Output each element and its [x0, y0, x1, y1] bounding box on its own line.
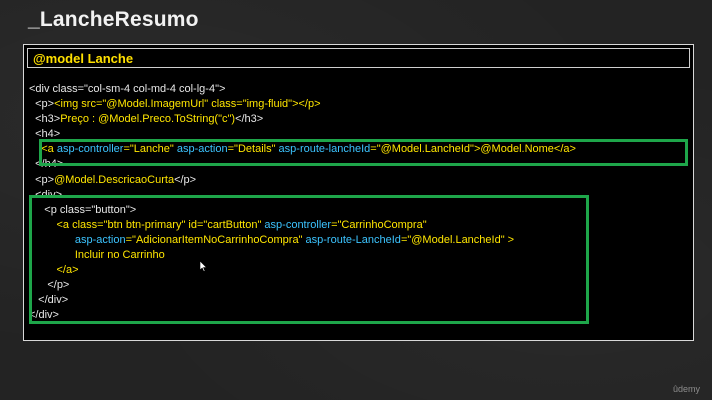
highlight-box-anchor-line [39, 139, 688, 166]
code-token: </p> [298, 98, 321, 111]
model-header: @model Lanche [27, 48, 690, 68]
highlight-box-cart-button [29, 195, 589, 324]
code-token: <p> [29, 98, 55, 111]
code-line: <p><img src="@Model.ImagemUrl" class="im… [29, 97, 576, 112]
code-token: @Model.DescricaoCurta [54, 173, 175, 186]
code-token: <img src="@Model.ImagemUrl" class="img-f… [54, 98, 299, 111]
code-token: <p> [29, 173, 55, 186]
code-token: Preço : @Model.Preco.ToString("c") [60, 113, 236, 126]
code-line: <div class="col-sm-4 col-md-4 col-lg-4"> [29, 82, 576, 97]
code-line: <h3>Preço : @Model.Preco.ToString("c")</… [29, 112, 576, 127]
code-token: <div class="col-sm-4 col-md-4 col-lg-4"> [29, 83, 226, 95]
code-token: </p> [174, 173, 197, 186]
slide-title: _LancheResumo [28, 8, 199, 31]
code-token: </h3> [235, 113, 264, 126]
mouse-pointer-icon [200, 261, 208, 272]
udemy-watermark: ûdemy [672, 384, 700, 394]
code-panel: @model Lanche <div class="col-sm-4 col-m… [23, 44, 694, 341]
model-directive: @model Lanche [33, 51, 134, 66]
code-line: <p>@Model.DescricaoCurta</p> [29, 173, 576, 188]
code-token: <h3> [29, 113, 61, 126]
